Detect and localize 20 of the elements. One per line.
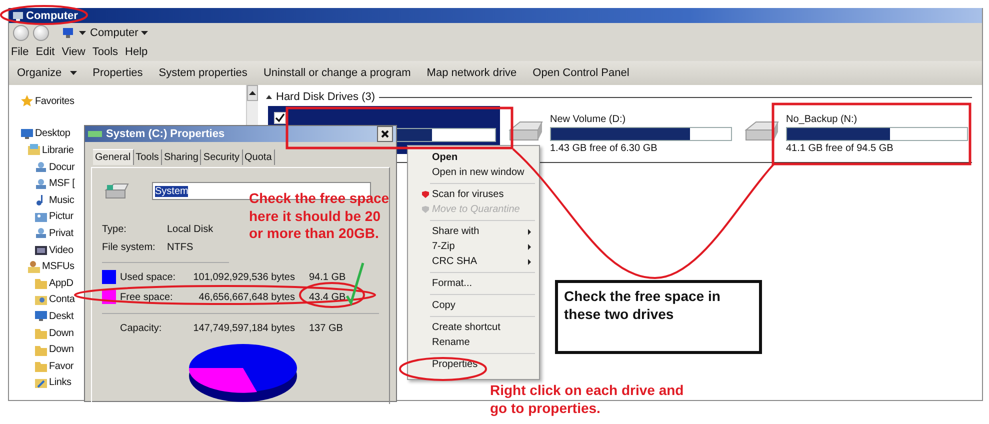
size-value: 137 GB [309, 322, 344, 334]
drive-name: No_Backup (N:) [786, 114, 858, 125]
free-space-text: 1.43 GB free of 6.30 GB [550, 143, 658, 154]
byte-count: 46,656,667,648 bytes [198, 292, 295, 302]
field-label: Type: [102, 224, 128, 234]
field-value: NTFS [167, 242, 194, 252]
window-title: Computer [26, 10, 78, 22]
byte-count: 147,749,597,184 bytes [192, 322, 295, 334]
size-value: 94.1 GB [309, 272, 347, 282]
field-label: Free space: [120, 292, 174, 302]
annotation-note: Right click on each drive and go to properties. [490, 382, 685, 417]
byte-count: 101,092,929,536 bytes [192, 272, 295, 282]
field-label: Used space: [120, 272, 177, 282]
free-space-text: 41.1 GB free of 94.5 GB [786, 143, 894, 154]
annotation-note: Check the free space in these two drives [555, 280, 762, 354]
dialog-title: System (C:) Properties [106, 128, 226, 140]
size-value: 43.4 GB [309, 292, 347, 302]
drive-name: New Volume (D:) [550, 114, 627, 125]
field-label: Capacity: [120, 322, 163, 334]
field-label: File system: [102, 242, 156, 252]
